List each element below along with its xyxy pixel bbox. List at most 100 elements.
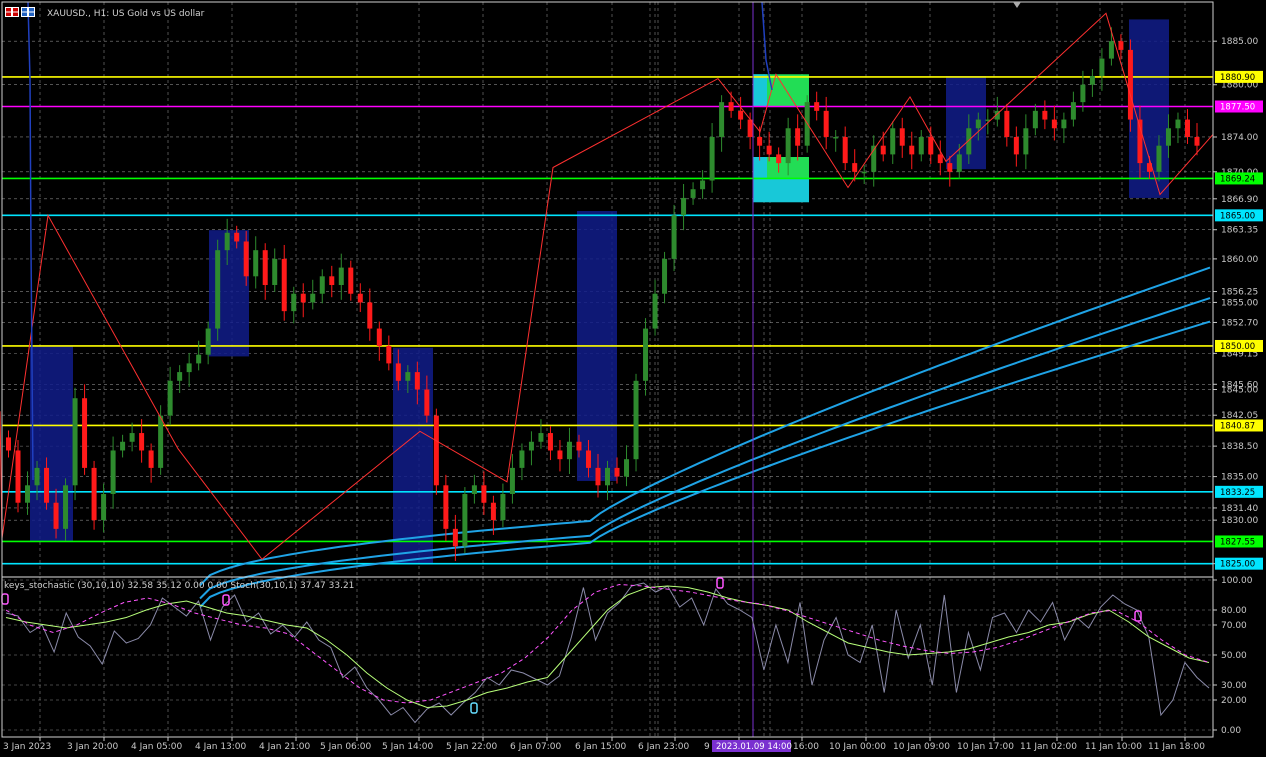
candle-body bbox=[386, 345, 392, 364]
candle-body bbox=[1118, 41, 1124, 50]
time-tick-label: 5 Jan 14:00 bbox=[382, 742, 434, 752]
candle-body bbox=[585, 450, 591, 468]
candle-body bbox=[101, 494, 107, 521]
time-tick-label: 10 Jan 17:00 bbox=[957, 742, 1014, 752]
candle-body bbox=[72, 398, 78, 486]
stoch-tick-label: 50.00 bbox=[1221, 651, 1247, 661]
cursor-time-tag: 2023.01.09 14:00 bbox=[712, 740, 792, 752]
candle-body bbox=[158, 415, 164, 468]
candle-body bbox=[139, 433, 145, 451]
price-tick-label: 1830.00 bbox=[1221, 516, 1258, 526]
price-tick-label: 1866.90 bbox=[1221, 195, 1258, 205]
time-tick-label: 16:00 bbox=[793, 742, 819, 752]
price-tick-label: 1874.00 bbox=[1221, 133, 1258, 143]
time-tick-label: 11 Jan 10:00 bbox=[1085, 742, 1142, 752]
candle-body bbox=[861, 171, 867, 174]
candle-body bbox=[1051, 119, 1057, 129]
zone-box bbox=[753, 74, 767, 107]
candle-body bbox=[481, 485, 487, 503]
candle-body bbox=[500, 494, 506, 521]
candle-body bbox=[1004, 110, 1010, 137]
candle-body bbox=[53, 502, 59, 529]
candle-body bbox=[376, 328, 382, 346]
stoch-tick-label: 30.00 bbox=[1221, 681, 1247, 691]
candle-body bbox=[1089, 76, 1095, 85]
candle-body bbox=[709, 136, 715, 181]
time-tick-label: 4 Jan 05:00 bbox=[131, 742, 183, 752]
candle-body bbox=[1156, 145, 1162, 172]
price-chart[interactable]: 1885.001880.001874.001870.001866.901863.… bbox=[0, 0, 1266, 757]
stoch-tick-label: 80.00 bbox=[1221, 606, 1247, 616]
candle-body bbox=[1108, 41, 1114, 59]
stoch-tick-label: 20.00 bbox=[1221, 696, 1247, 706]
stoch-tick-label: 70.00 bbox=[1221, 621, 1247, 631]
level-tag-label: 1850.00 bbox=[1220, 342, 1255, 352]
indicator-label: keys_stochastic (30,10,10) 32.58 35.12 0… bbox=[4, 581, 354, 591]
candle-body bbox=[890, 128, 896, 155]
candle-body bbox=[1032, 110, 1038, 129]
time-tick-label: 4 Jan 21:00 bbox=[259, 742, 311, 752]
candle-body bbox=[1042, 110, 1048, 120]
candle-body bbox=[785, 128, 791, 164]
candle-body bbox=[918, 136, 924, 155]
candle-body bbox=[757, 136, 763, 146]
candle-body bbox=[719, 102, 725, 137]
candle-body bbox=[424, 389, 430, 416]
candle-body bbox=[1080, 84, 1086, 103]
price-tick-label: 1838.50 bbox=[1221, 442, 1258, 452]
candle-body bbox=[776, 154, 782, 164]
time-tick-label: 3 Jan 20:00 bbox=[67, 742, 119, 752]
candle-body bbox=[224, 232, 230, 251]
price-tick-label: 1855.00 bbox=[1221, 298, 1258, 308]
price-tick-label: 1831.40 bbox=[1221, 504, 1258, 514]
candle-body bbox=[1175, 119, 1181, 129]
candle-body bbox=[652, 293, 658, 329]
candle-body bbox=[728, 102, 734, 111]
candle-body bbox=[25, 485, 31, 503]
time-tick-label: 3 Jan 2023 bbox=[3, 742, 51, 752]
price-tick-label: 1885.00 bbox=[1221, 37, 1258, 47]
candle-body bbox=[766, 145, 772, 155]
candle-body bbox=[1061, 119, 1067, 129]
candle-body bbox=[605, 467, 610, 486]
candle-body bbox=[1194, 136, 1200, 146]
candle-body bbox=[1070, 102, 1076, 120]
time-tick-label: 5 Jan 06:00 bbox=[320, 742, 372, 752]
candle-body bbox=[842, 136, 848, 164]
candle-body bbox=[348, 267, 354, 294]
level-tag-label: 1825.00 bbox=[1220, 560, 1255, 570]
candle-body bbox=[414, 372, 420, 390]
time-tick-label: 4 Jan 13:00 bbox=[195, 742, 247, 752]
candle-body bbox=[471, 485, 477, 495]
candle-body bbox=[44, 467, 50, 503]
candle-body bbox=[262, 250, 268, 286]
time-tick-label: 10 Jan 00:00 bbox=[829, 742, 886, 752]
candle-body bbox=[671, 215, 677, 259]
time-tick-label: 9 bbox=[704, 742, 710, 752]
window-title: XAUUSD., H1: US Gold vs US dollar bbox=[47, 9, 205, 19]
candle-body bbox=[281, 258, 287, 312]
price-tick-label: 1856.25 bbox=[1221, 288, 1258, 298]
candle-body bbox=[509, 467, 515, 495]
level-tag-label: 1833.25 bbox=[1220, 488, 1255, 498]
candle-body bbox=[110, 450, 116, 495]
candle-body bbox=[433, 415, 439, 486]
candle-body bbox=[319, 276, 325, 294]
candle-body bbox=[624, 459, 630, 477]
candle-body bbox=[167, 380, 173, 416]
level-tag-label: 1877.50 bbox=[1220, 102, 1255, 112]
candle-body bbox=[547, 433, 553, 451]
time-tick-label: 6 Jan 23:00 bbox=[638, 742, 690, 752]
candle-body bbox=[148, 450, 154, 468]
candle-body bbox=[310, 293, 316, 303]
candle-body bbox=[186, 363, 192, 373]
stoch-tick-label: 0.00 bbox=[1221, 726, 1241, 736]
candle-body bbox=[1099, 58, 1105, 77]
time-tick-label: 6 Jan 15:00 bbox=[575, 742, 627, 752]
candle-body bbox=[937, 154, 943, 164]
price-tick-label: 1860.00 bbox=[1221, 255, 1258, 265]
candle-body bbox=[91, 467, 97, 521]
price-tick-label: 1835.00 bbox=[1221, 473, 1258, 483]
level-tag-label: 1865.00 bbox=[1220, 211, 1255, 221]
level-tag-label: 1827.55 bbox=[1220, 537, 1255, 547]
